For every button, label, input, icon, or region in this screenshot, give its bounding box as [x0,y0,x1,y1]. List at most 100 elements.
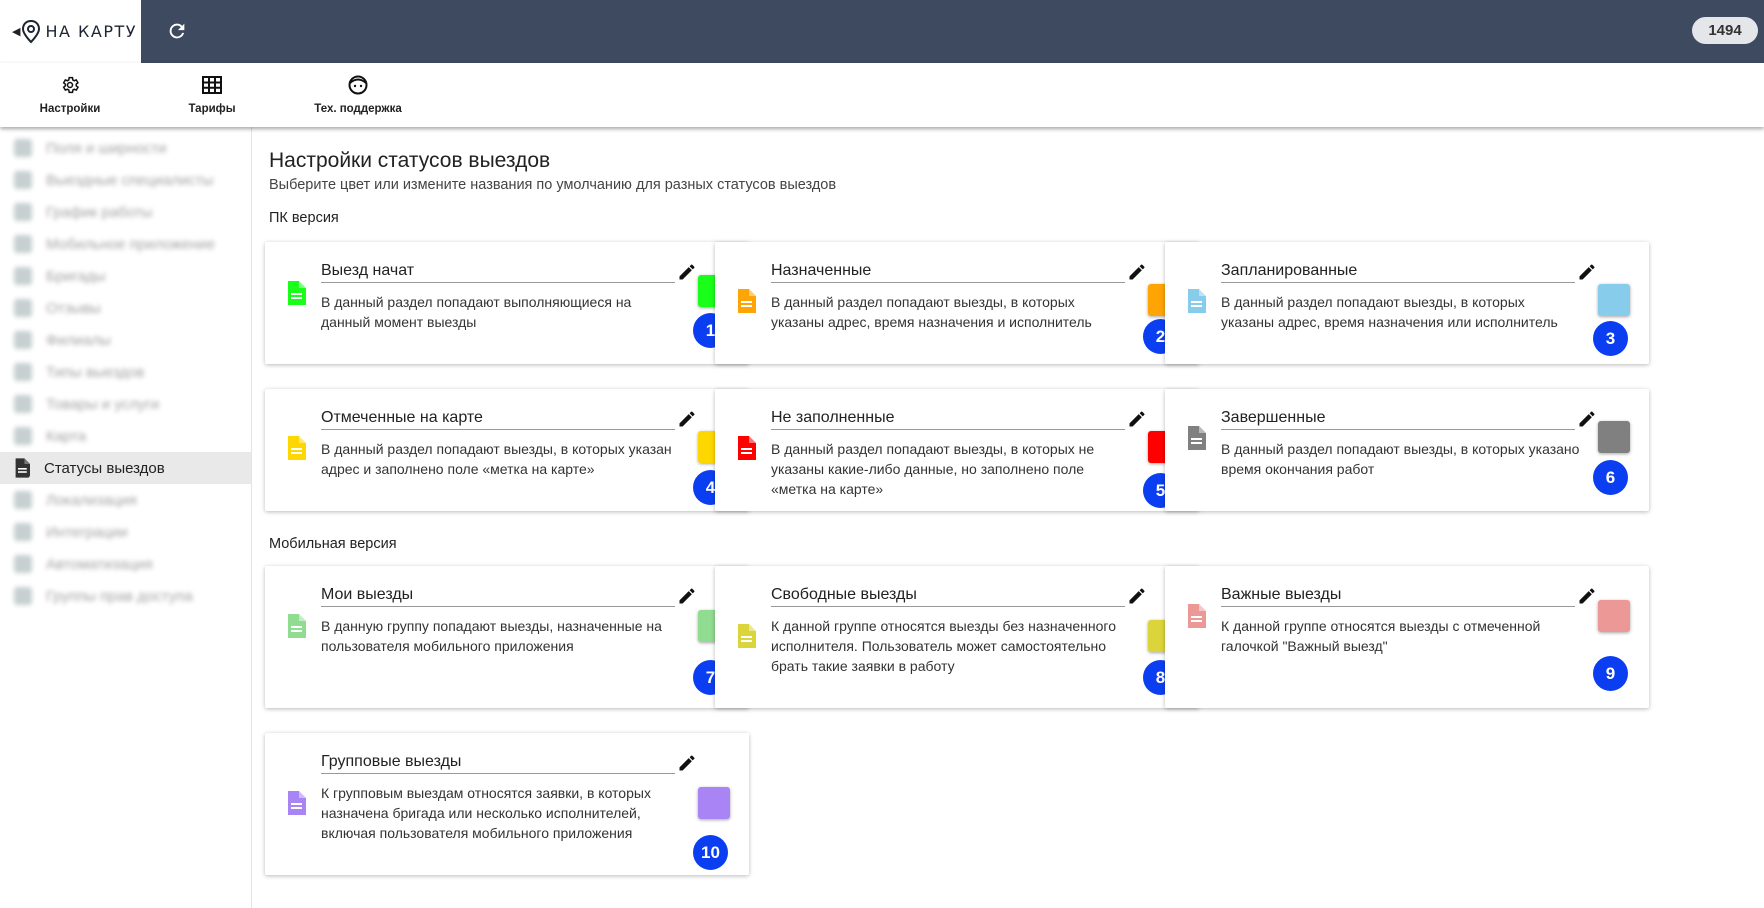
main-toolbar: Настройки Тарифы Тех. поддержка [0,63,1764,127]
sidebar-item-brigades[interactable]: Бригады [0,260,251,292]
section-mobile-label: Мобильная версия [269,536,397,552]
sidebar-item-reviews[interactable]: Отзывы [0,292,251,324]
status-title-input[interactable]: Выезд начат [321,262,675,283]
support-button[interactable]: Тех. поддержка [288,75,428,117]
status-description: В данную группу попадают выезды, назначе… [321,618,662,654]
number-badge: 9 [1593,656,1628,691]
sidebar-item-fields[interactable]: Поля и ширности [0,132,251,164]
document-icon [15,458,30,478]
sidebar-item-label: Товары и услуги [46,395,160,413]
sidebar-item-label: Статусы выездов [44,459,165,477]
status-title-input[interactable]: Мои выезды [321,586,675,607]
sidebar-item-integrations[interactable]: Интеграции [0,516,251,548]
sidebar-item-visit-statuses[interactable]: Статусы выездов [0,452,251,484]
map-pin-icon [22,19,41,43]
sidebar-item-label: График работы [46,203,153,221]
edit-pencil-icon[interactable] [677,586,697,606]
truck-icon [14,267,32,285]
sidebar-item-label: Типы выездов [46,363,145,381]
support-label: Тех. поддержка [314,103,402,115]
cart-icon [14,395,32,413]
translate-icon [14,491,32,509]
status-title-input[interactable]: Завершенные [1221,409,1575,430]
document-icon [738,624,756,648]
edit-pencil-icon[interactable] [1127,586,1147,606]
sidebar: Поля и ширности Выездные специалисты Гра… [0,127,252,908]
plug-icon [14,523,32,541]
home-logo-tab[interactable]: ◀ НА КАРТУ [0,0,141,63]
document-icon [1188,604,1206,628]
status-title-input[interactable]: Не заполненные [771,409,1125,430]
sidebar-item-automation[interactable]: Автоматизация [0,548,251,580]
tariffs-label: Тарифы [188,103,236,115]
sidebar-item-label: Карта [46,427,87,445]
status-card: Запланированные В данный раздел попадают… [1165,242,1649,364]
document-icon [1188,426,1206,450]
sidebar-item-label: Локализация [46,491,137,509]
sidebar-item-goods[interactable]: Товары и услуги [0,388,251,420]
status-title-input[interactable]: Отмеченные на карте [321,409,675,430]
status-description: В данный раздел попадают выезды, в котор… [321,441,672,477]
status-card: Выезд начат В данный раздел попадают вып… [265,242,749,364]
status-card: Завершенные В данный раздел попадают вые… [1165,389,1649,511]
sidebar-item-label: Группы прав доступа [46,587,193,605]
document-icon [738,436,756,460]
page-subtitle: Выберите цвет или измените названия по у… [269,177,837,193]
color-swatch[interactable] [1598,284,1630,316]
edit-pencil-icon[interactable] [1127,409,1147,429]
sidebar-item-visit-types[interactable]: Типы выездов [0,356,251,388]
edit-pencil-icon[interactable] [1577,262,1597,282]
status-description: В данный раздел попадают выезды, в котор… [771,441,1095,497]
edit-pencil-icon[interactable] [1577,586,1597,606]
sidebar-item-label: Интеграции [46,523,128,541]
status-card: Назначенные В данный раздел попадают вые… [715,242,1199,364]
refresh-icon[interactable] [166,20,188,42]
sidebar-item-map[interactable]: Карта [0,420,251,452]
status-description: В данный раздел попадают выполняющиеся н… [321,294,632,330]
status-card: Групповые выезды К групповым выездам отн… [265,733,749,875]
status-description: К данной группе относятся выезды с отмеч… [1221,618,1541,654]
status-description: В данный раздел попадают выезды, в котор… [1221,294,1558,330]
sidebar-item-access-groups[interactable]: Группы прав доступа [0,580,251,612]
color-swatch[interactable] [698,787,730,819]
edit-pencil-icon[interactable] [1577,409,1597,429]
sidebar-item-schedule[interactable]: График работы [0,196,251,228]
sidebar-item-label: Выездные специалисты [46,171,214,189]
gear-icon [62,76,79,94]
color-swatch[interactable] [1598,421,1630,453]
counter-badge[interactable]: 1494 [1692,17,1758,44]
number-badge: 6 [1593,460,1628,495]
sidebar-item-localization[interactable]: Локализация [0,484,251,516]
section-pc-label: ПК версия [269,210,339,226]
phone-icon [14,235,32,253]
status-title-input[interactable]: Важные выезды [1221,586,1575,607]
document-icon [288,281,306,305]
sidebar-item-label: Автоматизация [46,555,153,573]
status-title-input[interactable]: Запланированные [1221,262,1575,283]
star-icon [14,299,32,317]
main-content: Настройки статусов выездов Выберите цвет… [253,127,1764,908]
status-title-input[interactable]: Назначенные [771,262,1125,283]
document-icon [288,791,306,815]
calendar-icon [14,203,32,221]
edit-pencil-icon[interactable] [1127,262,1147,282]
table-icon [202,76,222,94]
status-title-input[interactable]: Свободные выезды [771,586,1125,607]
sidebar-item-mobile-app[interactable]: Мобильное приложение [0,228,251,260]
edit-pencil-icon[interactable] [677,409,697,429]
settings-button[interactable]: Настройки [0,75,140,117]
color-swatch[interactable] [1598,600,1630,632]
document-icon [1188,289,1206,313]
tariffs-button[interactable]: Тарифы [142,75,282,117]
building-icon [14,331,32,349]
status-description: В данный раздел попадают выезды, в котор… [1221,441,1580,477]
edit-pencil-icon[interactable] [677,262,697,282]
sidebar-item-specialists[interactable]: Выездные специалисты [0,164,251,196]
sidebar-item-branches[interactable]: Филиалы [0,324,251,356]
status-title-input[interactable]: Групповые выезды [321,753,675,774]
edit-pencil-icon[interactable] [677,753,697,773]
sidebar-item-label: Поля и ширности [46,139,167,157]
status-card: Мои выезды В данную группу попадают выез… [265,566,749,708]
sidebar-item-label: Отзывы [46,299,101,317]
status-card: Важные выезды К данной группе относятся … [1165,566,1649,708]
